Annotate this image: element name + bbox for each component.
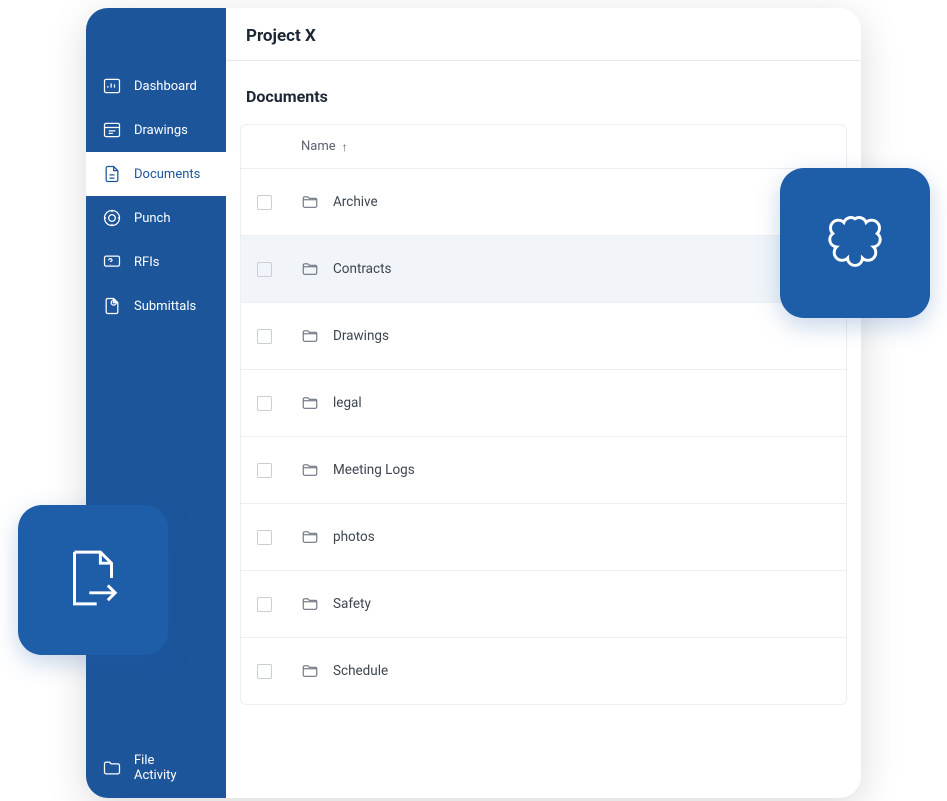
main-content: Project X Documents Name ↑ Archive [226, 8, 861, 798]
sidebar-item-punch[interactable]: Punch [86, 196, 226, 240]
app-window: Dashboard Drawings Documents Punch [86, 8, 861, 798]
punch-icon [102, 208, 122, 228]
sidebar-item-label: Documents [134, 167, 200, 182]
project-title: Project X [246, 26, 841, 46]
column-header-name[interactable]: Name ↑ [301, 139, 348, 154]
row-checkbox[interactable] [257, 195, 272, 210]
sidebar-item-label: File Activity [134, 753, 177, 784]
row-checkbox[interactable] [257, 597, 272, 612]
table-row[interactable]: Contracts [241, 236, 846, 303]
row-checkbox[interactable] [257, 530, 272, 545]
table-header: Name ↑ [241, 125, 846, 169]
row-name: Schedule [333, 663, 388, 679]
drawings-icon [102, 120, 122, 140]
row-checkbox[interactable] [257, 396, 272, 411]
rfis-icon [102, 252, 122, 272]
sidebar-item-label: Submittals [134, 299, 196, 314]
folder-icon [301, 595, 319, 613]
file-export-icon [56, 541, 130, 619]
table-row[interactable]: photos [241, 504, 846, 571]
row-checkbox[interactable] [257, 463, 272, 478]
sidebar-item-label: Punch [134, 211, 171, 226]
sidebar-item-dashboard[interactable]: Dashboard [86, 64, 226, 108]
sidebar-item-submittals[interactable]: Submittals [86, 284, 226, 328]
row-name: legal [333, 395, 362, 411]
page-title: Documents [226, 61, 861, 124]
sidebar: Dashboard Drawings Documents Punch [86, 8, 226, 798]
sidebar-item-label: Drawings [134, 123, 188, 138]
folder-icon [301, 394, 319, 412]
sidebar-item-documents[interactable]: Documents [86, 152, 226, 196]
row-name: Contracts [333, 261, 391, 277]
row-checkbox[interactable] [257, 262, 272, 277]
row-checkbox[interactable] [257, 664, 272, 679]
sidebar-item-label: RFIs [134, 255, 159, 270]
folder-icon [301, 327, 319, 345]
header: Project X [226, 8, 861, 61]
row-name: photos [333, 529, 375, 545]
folder-icon [301, 662, 319, 680]
documents-table: Name ↑ Archive C [240, 124, 847, 705]
table-row[interactable]: Drawings [241, 303, 846, 370]
sort-ascending-icon: ↑ [342, 140, 348, 154]
file-export-tile [18, 505, 168, 655]
flower-icon [818, 204, 892, 282]
submittals-icon [102, 296, 122, 316]
row-name: Drawings [333, 328, 389, 344]
row-checkbox[interactable] [257, 329, 272, 344]
row-name: Archive [333, 194, 378, 210]
folder-icon [301, 193, 319, 211]
dashboard-icon [102, 76, 122, 96]
table-row[interactable]: Meeting Logs [241, 437, 846, 504]
folder-icon [301, 461, 319, 479]
table-row[interactable]: legal [241, 370, 846, 437]
table-row[interactable]: Archive [241, 169, 846, 236]
folder-icon [102, 758, 122, 778]
folder-icon [301, 260, 319, 278]
sidebar-item-rfis[interactable]: RFIs [86, 240, 226, 284]
sidebar-item-drawings[interactable]: Drawings [86, 108, 226, 152]
table-row[interactable]: Schedule [241, 638, 846, 704]
sidebar-item-file-activity[interactable]: File Activity [86, 739, 226, 798]
column-header-label: Name [301, 139, 336, 154]
row-name: Meeting Logs [333, 462, 415, 478]
table-row[interactable]: Safety [241, 571, 846, 638]
sidebar-item-label: Dashboard [134, 79, 197, 94]
flower-tile [780, 168, 930, 318]
row-name: Safety [333, 596, 371, 612]
documents-icon [102, 164, 122, 184]
folder-icon [301, 528, 319, 546]
